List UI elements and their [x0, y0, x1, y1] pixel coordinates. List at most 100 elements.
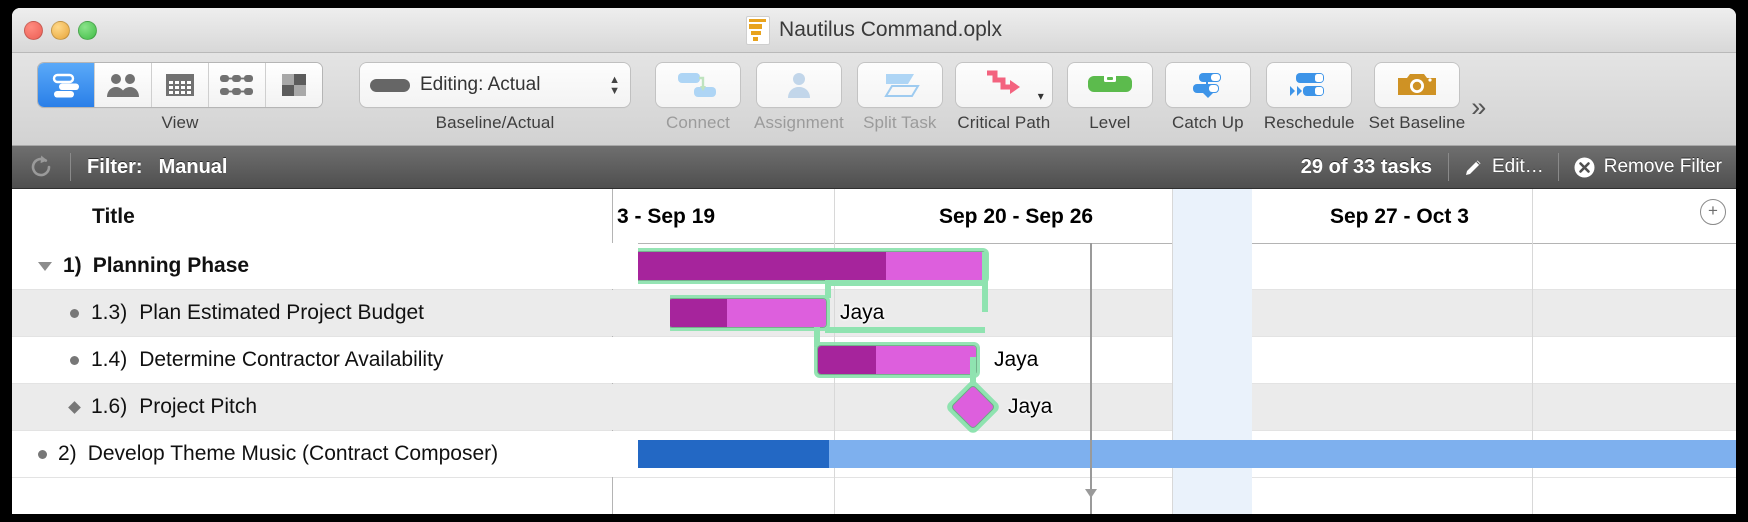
- table-row[interactable]: 1.3) Plan Estimated Project Budget Jaya: [12, 290, 1736, 347]
- gantt-bar-task[interactable]: [616, 440, 1736, 468]
- bar-remaining: [828, 440, 1736, 468]
- view-segmented-control[interactable]: [38, 63, 322, 107]
- row-number: 1.4): [91, 348, 128, 371]
- gantt-bars-icon: [52, 73, 79, 98]
- bar-remaining: [886, 252, 985, 280]
- connect-group: Connect: [656, 53, 740, 133]
- reschedule-bars-icon: [1290, 73, 1325, 96]
- baseline-actual-value: Editing: Actual: [420, 74, 541, 95]
- resource-label: Jaya: [840, 301, 885, 324]
- filter-bar: Filter: Manual 29 of 33 tasks Edit… Remov…: [12, 146, 1736, 189]
- split-shape-icon: [884, 74, 920, 97]
- split-task-button[interactable]: [857, 63, 942, 107]
- row-title: Determine Contractor Availability: [139, 348, 444, 371]
- task-bullet-icon: [70, 308, 79, 318]
- page-title: Nautilus Command.oplx: [779, 18, 1002, 41]
- gantt-bar-task[interactable]: [669, 299, 826, 327]
- split-task-group: Split Task: [857, 53, 942, 133]
- chevron-down-icon[interactable]: ▾: [1038, 90, 1044, 102]
- x-circle-icon: [1574, 157, 1595, 177]
- row-number: 1.6): [91, 395, 128, 418]
- bar-progress: [616, 440, 829, 468]
- column-header-title[interactable]: Title: [92, 205, 135, 229]
- assignment-label: Assignment: [754, 113, 844, 132]
- row-title-cell[interactable]: 1.3) Plan Estimated Project Budget: [12, 290, 670, 336]
- segment-network-view[interactable]: [209, 63, 266, 107]
- table-row[interactable]: 1.6) Project Pitch Jaya: [12, 378, 1736, 436]
- level-group: Level: [1067, 53, 1152, 133]
- filter-divider: [70, 153, 71, 181]
- dependency-link: [825, 327, 985, 333]
- set-baseline-label: Set Baseline: [1368, 113, 1466, 132]
- baseline-actual-control[interactable]: Editing: Actual ▲ ▼: [360, 63, 630, 107]
- calendar-grid-icon: [166, 74, 194, 96]
- table-row[interactable]: 1.4) Determine Contractor Availability J…: [12, 337, 1736, 389]
- baseline-pill-icon: [370, 78, 410, 92]
- filter-value: Manual: [158, 155, 228, 178]
- dependency-link-2: [825, 280, 985, 286]
- level-button[interactable]: [1067, 63, 1152, 107]
- critical-path-group: ▾ Critical Path: [955, 53, 1052, 133]
- segment-resources-view[interactable]: [95, 63, 152, 107]
- row-number: 1.3): [91, 301, 128, 324]
- row-title: Plan Estimated Project Budget: [139, 301, 425, 324]
- row-bars: [612, 243, 1736, 312]
- bar-progress: [669, 299, 728, 327]
- catch-up-button[interactable]: [1165, 63, 1250, 107]
- catch-up-bars-icon: [1192, 73, 1221, 98]
- segment-gantt-view[interactable]: [38, 63, 95, 107]
- spirit-level-icon: [1087, 74, 1132, 92]
- reschedule-button[interactable]: [1267, 63, 1352, 107]
- task-bullet-icon: [70, 355, 79, 365]
- reschedule-group: Reschedule: [1264, 53, 1355, 133]
- catch-up-label: Catch Up: [1171, 113, 1244, 132]
- baseline-actual-group: Editing: Actual ▲ ▼ Baseline/Actual: [360, 53, 630, 133]
- baseline-stepper[interactable]: ▲ ▼: [609, 74, 620, 96]
- row-title-cell[interactable]: 2) Develop Theme Music (Contract Compose…: [12, 431, 638, 477]
- checkerboard-icon: [282, 74, 306, 96]
- camera-icon: [1397, 74, 1436, 95]
- edit-filter-button[interactable]: Edit…: [1449, 146, 1558, 188]
- task-rows: 1) Planning Phase 1.3) Plan Estimated Pr…: [12, 243, 1736, 514]
- row-bars: Jaya: [612, 290, 1736, 347]
- zoom-in-button[interactable]: +: [1700, 199, 1726, 225]
- table-row[interactable]: 2) Develop Theme Music (Contract Compose…: [12, 431, 1736, 478]
- remove-filter-label: Remove Filter: [1603, 156, 1722, 177]
- title-bar: Nautilus Command.oplx: [12, 8, 1736, 53]
- table-row[interactable]: 1) Planning Phase: [12, 243, 1736, 312]
- date-header-1: 3 - Sep 19: [617, 205, 716, 228]
- app-window: Nautilus Command.oplx View Editing: Actu…: [12, 8, 1736, 514]
- row-bars: [612, 431, 1736, 477]
- reschedule-label: Reschedule: [1263, 113, 1355, 132]
- row-title-cell[interactable]: 1.4) Determine Contractor Availability: [12, 337, 670, 383]
- split-task-label: Split Task: [863, 113, 937, 132]
- row-title-cell[interactable]: 1) Planning Phase: [12, 243, 638, 289]
- gantt-bar-summary[interactable]: [620, 252, 985, 280]
- refresh-filter-button[interactable]: [12, 154, 70, 180]
- segment-calendar-view[interactable]: [152, 63, 209, 107]
- set-baseline-group: Set Baseline: [1369, 53, 1466, 133]
- row-title-cell[interactable]: 1.6) Project Pitch: [12, 384, 670, 430]
- assignment-button[interactable]: [756, 63, 841, 107]
- zigzag-arrow-icon: [986, 70, 1020, 94]
- row-title: Develop Theme Music (Contract Composer): [87, 442, 499, 465]
- document-title-group: Nautilus Command.oplx: [12, 8, 1736, 52]
- remove-filter-button[interactable]: Remove Filter: [1559, 146, 1736, 188]
- segment-dashboard-view[interactable]: [266, 63, 322, 107]
- refresh-icon: [31, 155, 51, 177]
- resource-label: Jaya: [1008, 395, 1053, 418]
- task-count: 29 of 33 tasks: [1300, 155, 1432, 178]
- disclosure-triangle-icon[interactable]: [38, 261, 52, 271]
- person-icon: [787, 73, 810, 98]
- toolbar-overflow-button[interactable]: »: [1471, 92, 1486, 123]
- bar-progress: [818, 346, 877, 374]
- pencil-icon: [1466, 160, 1481, 175]
- connect-button[interactable]: [656, 63, 740, 107]
- set-baseline-button[interactable]: [1374, 63, 1459, 107]
- today-marker-line: [1090, 243, 1092, 514]
- critical-path-button[interactable]: ▾: [955, 63, 1052, 107]
- network-nodes-icon: [220, 75, 253, 95]
- gantt-bar-task[interactable]: [818, 346, 976, 374]
- row-bars: Jaya: [612, 337, 1736, 389]
- edit-filter-label: Edit…: [1492, 156, 1544, 177]
